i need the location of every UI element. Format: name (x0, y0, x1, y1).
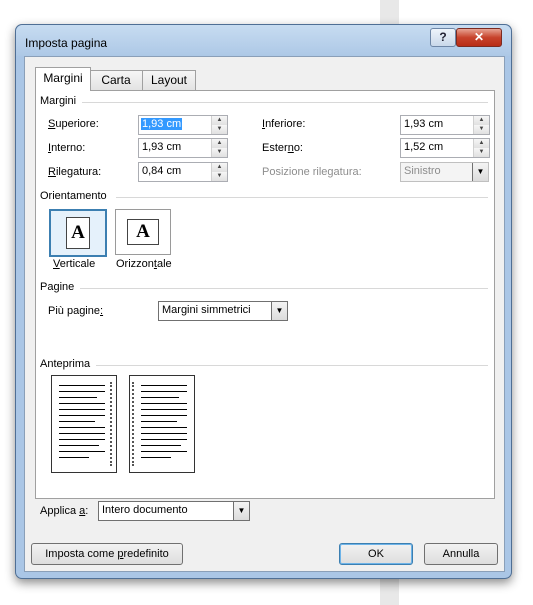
apply-to-label: Applica a: (40, 505, 89, 517)
gutter-value[interactable]: 0,84 cm (141, 165, 182, 177)
outside-margin-value[interactable]: 1,52 cm (403, 141, 444, 153)
portrait-page-icon: A (66, 217, 90, 249)
close-button[interactable]: ✕ (456, 28, 502, 47)
margins-section-label: Margini (40, 95, 77, 107)
inside-margin-label: Interno: (48, 142, 86, 154)
page-setup-dialog: Imposta pagina ? ✕ Margini Carta Layout … (15, 24, 512, 579)
preview-right-page (129, 375, 195, 473)
dialog-client-area: Margini Carta Layout Margini Superiore: … (24, 56, 505, 572)
help-button[interactable]: ? (430, 28, 456, 47)
preview-divider (96, 365, 488, 366)
pages-section-label: Pagine (40, 281, 75, 293)
bottom-margin-label: Inferiore: (262, 118, 306, 130)
landscape-page-icon: A (127, 219, 159, 245)
preview-section-label: Anteprima (40, 358, 91, 370)
bottom-margin-spinner[interactable]: 1,93 cm ▲ ▼ (400, 115, 490, 135)
orientation-divider (116, 197, 488, 198)
top-margin-value[interactable]: 1,93 cm (141, 118, 183, 130)
portrait-label: Verticale (53, 258, 96, 270)
orientation-section-label: Orientamento (40, 190, 107, 202)
bottom-margin-value[interactable]: 1,93 cm (403, 118, 444, 130)
landscape-orientation-button[interactable]: A (115, 209, 171, 255)
spin-down-icon[interactable]: ▼ (212, 148, 227, 157)
tab-carta[interactable]: Carta (89, 70, 143, 90)
apply-to-select[interactable]: Intero documento ▼ (98, 501, 250, 521)
spin-down-icon[interactable]: ▼ (212, 172, 227, 181)
gutter-position-label: Posizione rilegatura: (262, 166, 362, 178)
ok-button[interactable]: OK (339, 543, 413, 565)
landscape-label: Orizzontale (116, 258, 172, 270)
dialog-title: Imposta pagina (25, 36, 108, 50)
binding-holes-icon (132, 382, 136, 466)
portrait-orientation-button[interactable]: A (49, 209, 107, 257)
spin-down-icon[interactable]: ▼ (474, 125, 489, 134)
inside-margin-spinner[interactable]: 1,93 cm ▲ ▼ (138, 138, 228, 158)
title-bar: Imposta pagina ? ✕ (16, 25, 511, 56)
gutter-position-select[interactable]: Sinistro ▼ (400, 162, 489, 182)
top-margin-spinner[interactable]: 1,93 cm ▲ ▼ (138, 115, 228, 135)
spin-down-icon[interactable]: ▼ (474, 148, 489, 157)
outside-margin-label: Esterno: (262, 142, 303, 154)
chevron-down-icon[interactable]: ▼ (472, 163, 488, 181)
binding-holes-icon (110, 382, 114, 466)
tab-margini[interactable]: Margini (35, 67, 91, 91)
spin-down-icon[interactable]: ▼ (212, 125, 227, 134)
inside-margin-value[interactable]: 1,93 cm (141, 141, 182, 153)
gutter-position-value: Sinistro (404, 165, 441, 177)
pages-divider (80, 288, 488, 289)
chevron-down-icon[interactable]: ▼ (271, 302, 287, 320)
outside-margin-spinner[interactable]: 1,52 cm ▲ ▼ (400, 138, 490, 158)
chevron-down-icon[interactable]: ▼ (233, 502, 249, 520)
gutter-label: Rilegatura: (48, 166, 102, 178)
tab-layout[interactable]: Layout (142, 70, 196, 90)
cancel-button[interactable]: Annulla (424, 543, 498, 565)
tab-panel-margini: Margini Superiore: 1,93 cm ▲ ▼ Inferiore:… (35, 90, 495, 521)
preview-left-page (51, 375, 117, 473)
multiple-pages-select[interactable]: Margini simmetrici ▼ (158, 301, 288, 321)
multiple-pages-value: Margini simmetrici (162, 304, 251, 316)
preview-pages (51, 375, 199, 473)
set-as-default-button[interactable]: Imposta come predefinito (31, 543, 183, 565)
multiple-pages-label: Più pagine: (48, 305, 104, 317)
gutter-spinner[interactable]: 0,84 cm ▲ ▼ (138, 162, 228, 182)
apply-to-value: Intero documento (102, 504, 188, 516)
margins-divider (82, 102, 488, 103)
top-margin-label: Superiore: (48, 118, 99, 130)
